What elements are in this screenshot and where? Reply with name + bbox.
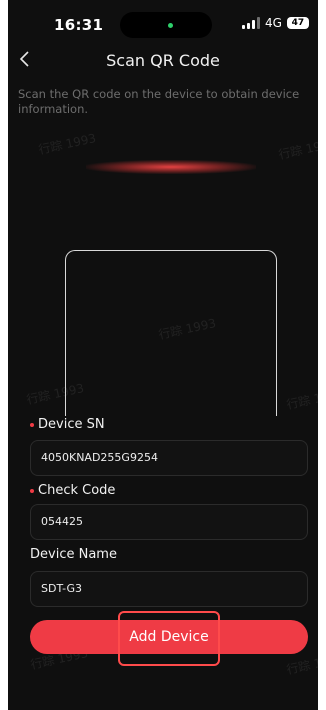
device-sn-label-text: Device SN: [38, 417, 105, 432]
scan-hint: Scan the QR code on the device to obtain…: [18, 87, 300, 116]
check-code-label-text: Check Code: [38, 483, 116, 498]
check-code-label: Check Code: [30, 483, 115, 498]
page-title: Scan QR Code: [106, 51, 220, 70]
scan-line: [86, 160, 256, 174]
battery-icon: 47: [286, 17, 309, 29]
scan-frame: [65, 250, 277, 416]
signal-icon: [242, 17, 260, 29]
network-type: 4G: [265, 16, 282, 30]
device-name-label-text: Device Name: [30, 547, 117, 562]
watermark: 行踪 1993: [37, 131, 98, 157]
required-dot-icon: [30, 488, 34, 493]
watermark: 行踪 1993: [285, 386, 318, 412]
camera-indicator-icon: [168, 23, 173, 28]
check-code-field[interactable]: 054425: [30, 504, 308, 540]
device-name-field[interactable]: SDT-G3: [30, 571, 308, 607]
status-bar: 16:31 4G 47: [8, 0, 318, 40]
status-right: 4G 47: [242, 16, 309, 30]
device-sn-field[interactable]: 4050KNAD255G9254: [30, 440, 308, 476]
highlight-box: [118, 611, 220, 666]
phone-screen: 16:31 4G 47 Scan QR Code Scan the QR cod…: [8, 0, 318, 710]
dynamic-island: [120, 12, 212, 38]
required-dot-icon: [30, 422, 34, 427]
watermark: 行踪 1993: [277, 136, 318, 162]
status-time: 16:31: [54, 16, 104, 34]
device-sn-label: Device SN: [30, 417, 105, 432]
device-name-label: Device Name: [30, 547, 117, 562]
header: Scan QR Code: [8, 45, 318, 77]
